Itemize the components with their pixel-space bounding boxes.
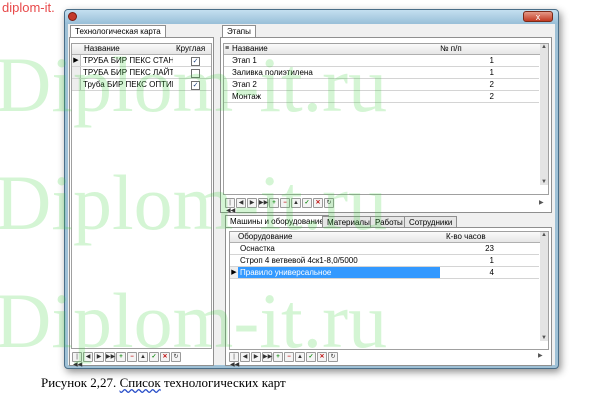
tech-card-grid: Название Круглая ▶ТРУБА БИР ПЕКС СТАНДАР… [71, 43, 212, 349]
caption-underlined: Список [119, 375, 161, 390]
watermark-corner: diplom-it. [2, 0, 55, 15]
nav-prior-button[interactable]: ◀ [240, 352, 250, 362]
nav-edit-button[interactable]: ▲ [295, 352, 305, 362]
nav-insert-button[interactable]: + [273, 352, 283, 362]
scroll-up-icon[interactable]: ▲ [541, 44, 547, 50]
close-button[interactable]: x [523, 11, 553, 22]
nav-insert-button[interactable]: + [116, 352, 126, 362]
scroll-up-icon[interactable]: ▲ [541, 232, 547, 238]
figure-caption: Рисунок 2,27. Список технологических кар… [41, 375, 286, 391]
grid-header: Оборудование К-во часов [230, 232, 548, 243]
cell-name: Этап 1 [232, 56, 257, 65]
caption-prefix: Рисунок 2,27. [41, 375, 120, 390]
cell-name: Монтаж [232, 92, 261, 101]
table-row[interactable]: Монтаж 2 [224, 91, 539, 103]
nav-refresh-button[interactable]: ↻ [328, 352, 338, 362]
scroll-right-icon[interactable]: ▶ [538, 352, 543, 359]
column-header-hours[interactable]: К-во часов [446, 232, 486, 242]
table-row[interactable]: Этап 1 1 [224, 55, 539, 67]
table-row[interactable]: ▶ Правило универсальное 4 [230, 267, 539, 279]
round-checkbox[interactable] [191, 69, 200, 78]
cell-equipment: Правило универсальное [238, 267, 440, 278]
caption-rest: технологических карт [160, 375, 286, 390]
cell-name: Труба БИР ПЕКС ОПТИМА [83, 80, 173, 89]
round-checkbox[interactable]: ✓ [191, 57, 200, 66]
scroll-right-icon[interactable]: ▶ [539, 199, 544, 206]
column-header-name[interactable]: Название [232, 44, 268, 54]
vertical-scrollbar[interactable]: ▲ ▼ [540, 44, 548, 185]
table-row[interactable]: ▶ТРУБА БИР ПЕКС СТАНДАР ✓ [72, 55, 211, 67]
cell-hours: 4 [489, 268, 494, 277]
nav-edit-button[interactable]: ▲ [138, 352, 148, 362]
nav-first-button[interactable]: |◀◀ [229, 352, 239, 368]
nav-refresh-button[interactable]: ↻ [324, 198, 334, 208]
cell-number: 1 [489, 68, 494, 77]
cell-hours: 1 [489, 256, 494, 265]
cell-name: ТРУБА БИР ПЕКС СТАНДАР [83, 56, 173, 65]
tech-card-panel: Название Круглая ▶ТРУБА БИР ПЕКС СТАНДАР… [69, 37, 214, 368]
nav-edit-button[interactable]: ▲ [291, 198, 301, 208]
column-header-equipment[interactable]: Оборудование [238, 232, 292, 242]
nav-first-button[interactable]: |◀◀ [72, 352, 82, 368]
client-area: Технологическая карта Название Круглая ▶… [68, 24, 555, 368]
nav-insert-button[interactable]: + [269, 198, 279, 208]
nav-delete-button[interactable]: − [280, 198, 290, 208]
app-window: x Технологическая карта Название Круглая… [64, 9, 559, 369]
nav-post-button[interactable]: ✓ [149, 352, 159, 362]
column-header-number[interactable]: № п/п [440, 44, 462, 54]
cell-name: Заливка полиэтилена [232, 68, 313, 77]
nav-last-button[interactable]: ▶▶| [105, 352, 117, 362]
nav-prior-button[interactable]: ◀ [83, 352, 93, 362]
nav-delete-button[interactable]: − [127, 352, 137, 362]
row-indicator [72, 67, 81, 78]
equipment-grid: Оборудование К-во часов Оснастка 23 Строп … [229, 231, 549, 350]
vertical-scrollbar[interactable]: ▲ ▼ [540, 232, 548, 341]
cell-number: 2 [489, 80, 494, 89]
table-row[interactable]: Строп 4 ветвевой 4ск1-8,0/5000 1 [230, 255, 539, 267]
nav-cancel-button[interactable]: ✕ [317, 352, 327, 362]
nav-cancel-button[interactable]: ✕ [160, 352, 170, 362]
nav-last-button[interactable]: ▶▶| [262, 352, 274, 362]
cell-equipment: Оснастка [240, 244, 275, 253]
scroll-down-icon[interactable]: ▼ [541, 335, 547, 341]
nav-next-button[interactable]: ▶ [247, 198, 257, 208]
equipment-panel: Оборудование К-во часов Оснастка 23 Строп … [225, 227, 552, 368]
grid-header: ≡ Название № п/п [224, 44, 548, 55]
title-bar: x [65, 10, 558, 24]
table-row[interactable]: Этап 2 2 [224, 79, 539, 91]
row-indicator: ▶ [72, 55, 81, 66]
table-row[interactable]: Труба БИР ПЕКС ОПТИМА ✓ [72, 79, 211, 91]
stages-grid: ≡ Название № п/п Этап 1 1 Заливка полиэтил… [223, 43, 549, 195]
grid-header: Название Круглая [72, 44, 211, 55]
app-icon [68, 12, 77, 21]
cell-hours: 23 [485, 244, 494, 253]
column-header-round[interactable]: Круглая [176, 44, 205, 54]
nav-prior-button[interactable]: ◀ [236, 198, 246, 208]
nav-post-button[interactable]: ✓ [302, 198, 312, 208]
nav-last-button[interactable]: ▶▶| [258, 198, 270, 208]
nav-next-button[interactable]: ▶ [94, 352, 104, 362]
table-row[interactable]: ТРУБА БИР ПЕКС ЛАЙТ [72, 67, 211, 79]
cell-number: 1 [489, 56, 494, 65]
grid-menu-icon[interactable]: ≡ [225, 44, 229, 54]
table-row[interactable]: Оснастка 23 [230, 243, 539, 255]
cell-name: Этап 2 [232, 80, 257, 89]
round-checkbox[interactable]: ✓ [191, 81, 200, 90]
nav-cancel-button[interactable]: ✕ [313, 198, 323, 208]
row-indicator [72, 79, 81, 90]
nav-next-button[interactable]: ▶ [251, 352, 261, 362]
cell-number: 2 [489, 92, 494, 101]
nav-post-button[interactable]: ✓ [306, 352, 316, 362]
nav-refresh-button[interactable]: ↻ [171, 352, 181, 362]
nav-first-button[interactable]: |◀◀ [225, 198, 235, 214]
stages-panel: ≡ Название № п/п Этап 1 1 Заливка полиэтил… [220, 37, 552, 214]
cell-equipment: Строп 4 ветвевой 4ск1-8,0/5000 [240, 256, 358, 265]
scroll-down-icon[interactable]: ▼ [541, 179, 547, 185]
column-header-name[interactable]: Название [84, 44, 120, 54]
nav-delete-button[interactable]: − [284, 352, 294, 362]
cell-name: ТРУБА БИР ПЕКС ЛАЙТ [83, 68, 173, 77]
table-row[interactable]: Заливка полиэтилена 1 [224, 67, 539, 79]
